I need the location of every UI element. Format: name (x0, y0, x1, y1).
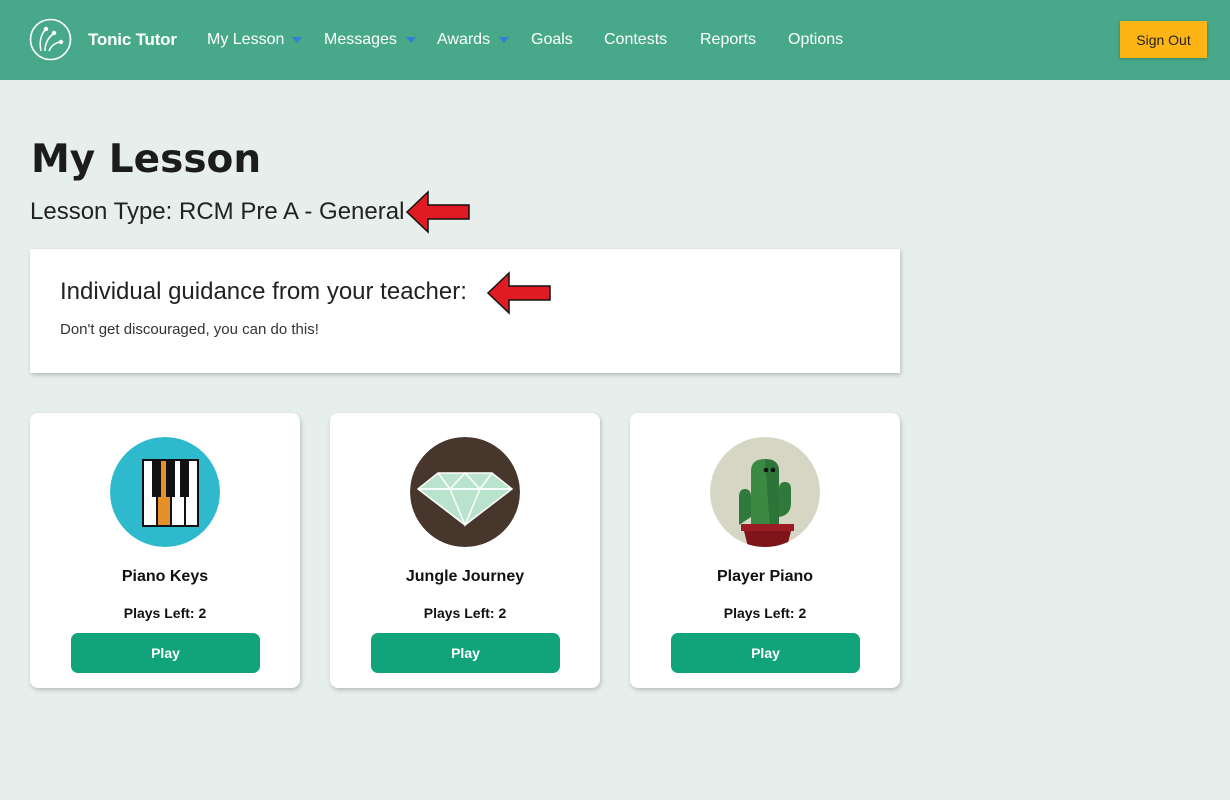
plays-left: Plays Left: 2 (723, 605, 807, 621)
nav-goals[interactable]: Goals (531, 31, 573, 49)
game-card-piano-keys: Piano Keys Plays Left: 2 Play (30, 413, 300, 688)
nav-reports[interactable]: Reports (700, 31, 756, 49)
teacher-guidance-panel: Individual guidance from your teacher: D… (30, 249, 900, 373)
nav-my-lesson[interactable]: My Lesson (207, 31, 284, 49)
tonic-tutor-logo-icon[interactable] (29, 18, 72, 61)
chevron-down-icon[interactable] (406, 37, 416, 43)
plays-left: Plays Left: 2 (423, 605, 507, 621)
game-title: Player Piano (716, 568, 814, 585)
lesson-type: Lesson Type: RCM Pre A - General (30, 198, 405, 225)
piano-keys-icon (110, 437, 220, 547)
nav-messages[interactable]: Messages (324, 31, 397, 49)
game-card-player-piano: Player Piano Plays Left: 2 Play (630, 413, 900, 688)
play-button[interactable]: Play (671, 633, 860, 673)
diamond-icon (410, 437, 520, 547)
nav-contests[interactable]: Contests (604, 31, 667, 49)
chevron-down-icon[interactable] (499, 37, 509, 43)
red-arrow-icon (487, 271, 551, 315)
play-button[interactable]: Play (371, 633, 560, 673)
page-title: My Lesson (31, 137, 262, 182)
nav-awards[interactable]: Awards (437, 31, 490, 49)
play-button[interactable]: Play (71, 633, 260, 673)
game-title: Jungle Journey (405, 568, 525, 585)
plays-left: Plays Left: 2 (123, 605, 207, 621)
game-card-jungle-journey: Jungle Journey Plays Left: 2 Play (330, 413, 600, 688)
brand-name[interactable]: Tonic Tutor (88, 30, 177, 50)
sign-out-button[interactable]: Sign Out (1120, 21, 1207, 58)
chevron-down-icon[interactable] (292, 37, 302, 43)
guidance-heading: Individual guidance from your teacher: (60, 278, 467, 305)
game-title: Piano Keys (121, 568, 209, 585)
top-nav-bar: Tonic Tutor My Lesson Messages Awards Go… (0, 0, 1230, 80)
guidance-message: Don't get discouraged, you can do this! (60, 321, 319, 338)
cactus-icon (710, 437, 820, 547)
nav-options[interactable]: Options (788, 31, 843, 49)
red-arrow-icon (406, 190, 470, 234)
